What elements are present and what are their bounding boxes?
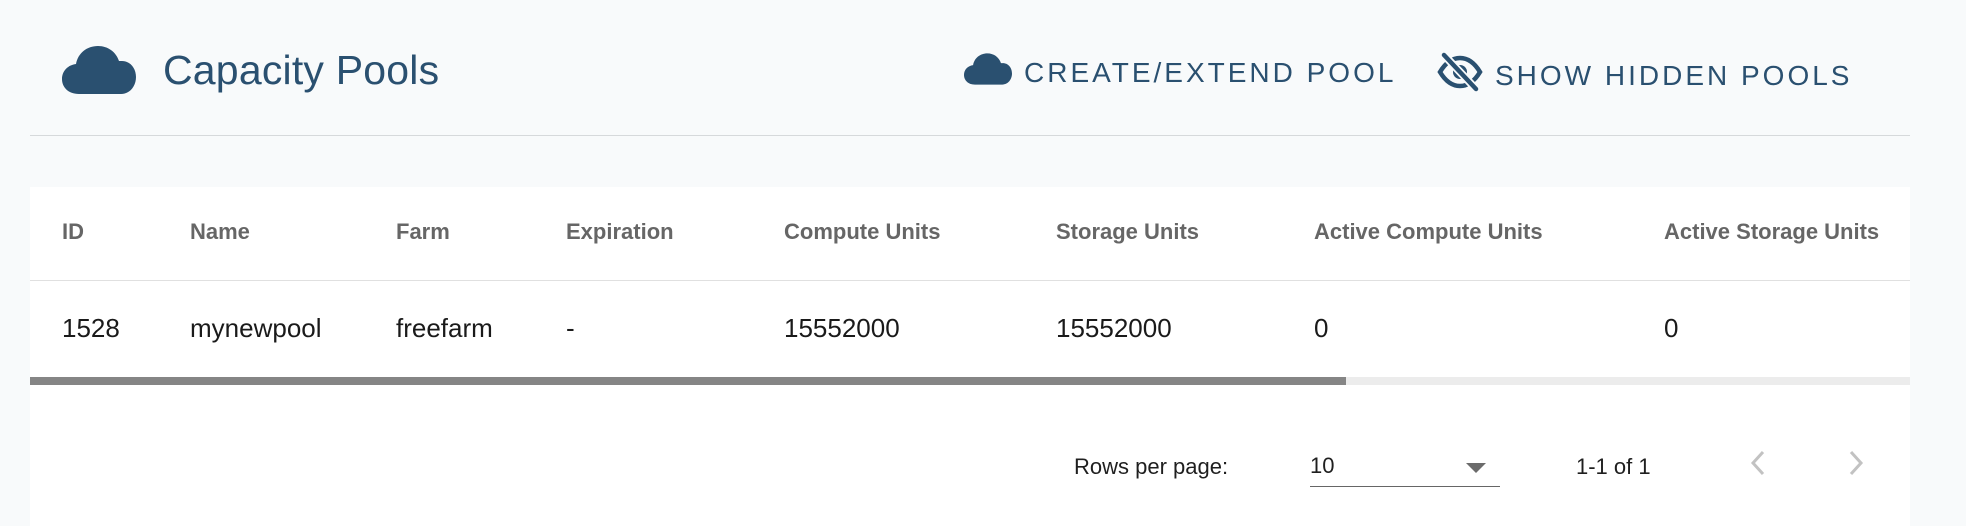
column-header-name[interactable]: Name [190, 219, 250, 245]
caret-down-icon [1466, 463, 1486, 473]
cell-id: 1528 [62, 313, 120, 343]
cell-expiration: - [566, 313, 575, 343]
page-title: Capacity Pools [163, 46, 440, 93]
page-header: Capacity Pools CREATE/EXTEND POOL SHOW H… [30, 0, 1910, 136]
previous-page-button[interactable] [1736, 443, 1780, 487]
cloud-icon [964, 52, 1012, 93]
cell-active-storage-units: 0 [1664, 313, 1679, 343]
cell-farm: freefarm [396, 313, 493, 343]
title-group: Capacity Pools [62, 44, 439, 96]
chevron-right-icon [1846, 449, 1866, 482]
column-header-id[interactable]: ID [62, 219, 84, 245]
table-header-row: ID Name Farm Expiration Compute Units St… [30, 187, 1910, 281]
cell-active-compute-units: 0 [1314, 313, 1329, 343]
column-header-active-storage-units[interactable]: Active Storage Units [1664, 219, 1879, 245]
show-hidden-pools-label: SHOW HIDDEN POOLS [1495, 59, 1853, 91]
column-header-compute-units[interactable]: Compute Units [784, 219, 940, 245]
rows-per-page-label: Rows per page: [1074, 454, 1229, 479]
column-header-expiration[interactable]: Expiration [566, 219, 674, 245]
horizontal-scrollbar[interactable] [30, 377, 1910, 385]
chevron-left-icon [1748, 449, 1768, 482]
column-header-storage-units[interactable]: Storage Units [1056, 219, 1199, 245]
eye-off-icon [1437, 52, 1483, 99]
cell-name: mynewpool [190, 313, 322, 343]
show-hidden-pools-button[interactable]: SHOW HIDDEN POOLS [1437, 52, 1852, 99]
pagination-range: 1-1 of 1 [1576, 454, 1651, 479]
cell-storage-units: 15552000 [1056, 313, 1172, 343]
create-extend-pool-button[interactable]: CREATE/EXTEND POOL [964, 52, 1396, 93]
rows-per-page-select[interactable]: 10 [1310, 443, 1500, 487]
next-page-button[interactable] [1834, 443, 1878, 487]
column-header-active-compute-units[interactable]: Active Compute Units [1314, 219, 1543, 245]
create-extend-pool-label: CREATE/EXTEND POOL [1024, 56, 1397, 88]
scrollbar-thumb[interactable] [30, 377, 1346, 385]
rows-per-page-value: 10 [1310, 453, 1335, 478]
cell-compute-units: 15552000 [784, 313, 900, 343]
cloud-icon [62, 44, 136, 96]
pools-table-card: ID Name Farm Expiration Compute Units St… [30, 187, 1910, 526]
column-header-farm[interactable]: Farm [396, 219, 450, 245]
table-row[interactable]: 1528 mynewpool freefarm - 15552000 15552… [30, 281, 1910, 375]
